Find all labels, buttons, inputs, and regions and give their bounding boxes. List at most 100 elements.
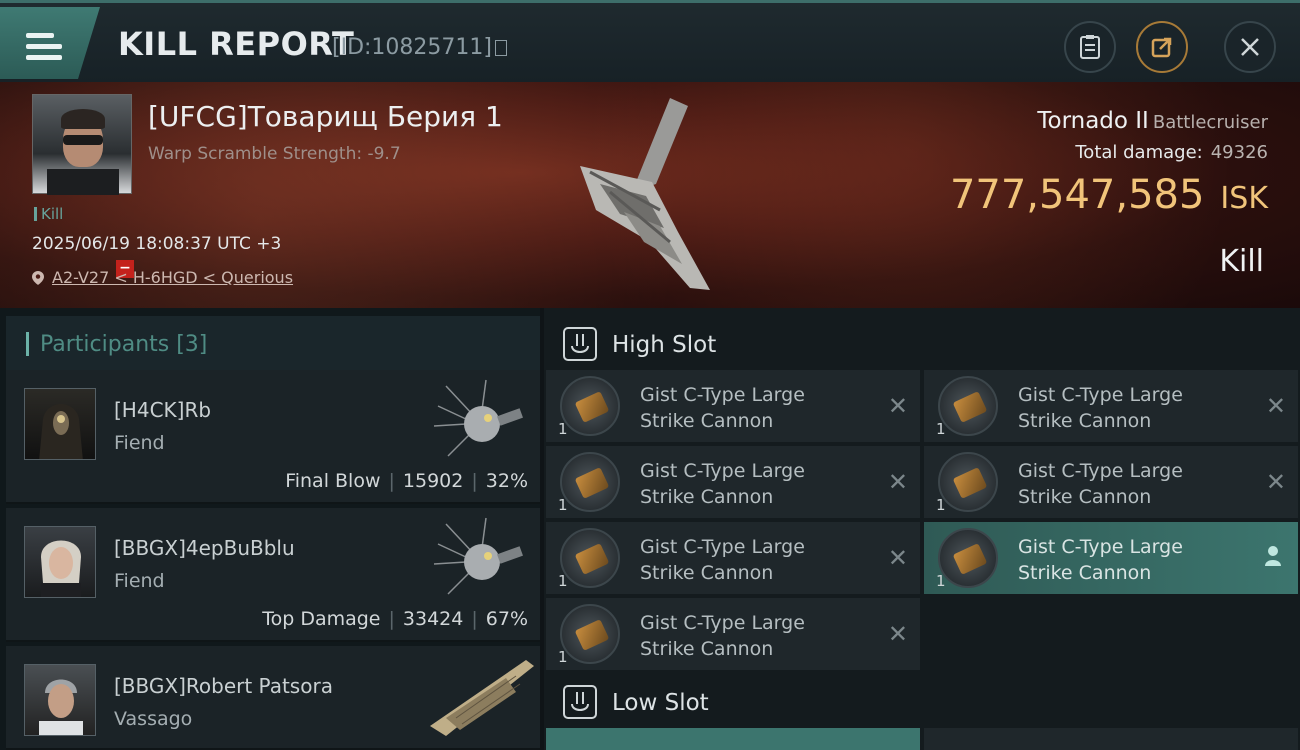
report-id: [ID:10825711] [332, 35, 507, 60]
module-name-line: Gist C-Type Large [640, 460, 805, 482]
module-name-line: Gist C-Type Large [640, 384, 805, 406]
module-item-selected[interactable]: 1 Gist C-Type Large Strike Cannon [924, 522, 1298, 594]
participant-ship: Fiend [114, 570, 165, 592]
report-id-text: [ID:10825711] [332, 35, 492, 60]
participant-stat-label: Final Blow [285, 470, 381, 492]
clipboard-icon [1080, 35, 1100, 59]
participant-row[interactable]: [H4CK]Rb Fiend Final Blow | 15902 | 32% [6, 370, 540, 504]
victim-banner: − [UFCG]Товарищ Берия 1 Warp Scramble St… [0, 82, 1300, 308]
menu-button[interactable] [0, 7, 100, 79]
isk-currency: ISK [1220, 181, 1268, 216]
hamburger-menu-icon [26, 33, 62, 61]
destroyed-x-icon: ✕ [1265, 392, 1286, 420]
clipboard-button[interactable] [1064, 21, 1116, 73]
ship-name: Tornado II [1037, 108, 1149, 134]
module-quantity: 1 [558, 648, 568, 666]
module-name: Gist C-Type Large Strike Cannon [640, 382, 870, 434]
module-item[interactable]: 1 Gist C-Type Large Strike Cannon ✕ [546, 446, 920, 518]
module-name: Gist C-Type Large Strike Cannon [1018, 382, 1248, 434]
module-name: Gist C-Type Large Strike Cannon [640, 458, 870, 510]
module-name-line: Gist C-Type Large [640, 612, 805, 634]
ship-image [433, 517, 523, 595]
high-slot-header: High Slot [544, 314, 1300, 374]
total-damage: Total damage: 49326 [1075, 142, 1268, 163]
module-quantity: 1 [558, 572, 568, 590]
copy-icon[interactable] [494, 40, 507, 56]
participant-stats: Final Blow | 15902 | 32% [285, 470, 528, 492]
kill-datetime: 2025/06/19 18:08:37 UTC +3 [32, 234, 282, 254]
kill-tag: Kill [34, 205, 63, 223]
participants-header[interactable]: Participants [3] [6, 316, 540, 372]
module-name-line: Gist C-Type Large [640, 536, 805, 558]
module-name-line: Gist C-Type Large [1018, 460, 1183, 482]
module-name-line: Strike Cannon [640, 410, 774, 432]
participant-avatar[interactable] [24, 526, 96, 598]
male-avatar-icon [39, 679, 83, 735]
participant-row[interactable]: [BBGX]Robert Patsora Vassago [6, 646, 540, 750]
participant-row[interactable]: [BBGX]4epBuBblu Fiend Top Damage | 33424 | 6… [6, 508, 540, 642]
page-title: KILL REPORT [118, 25, 355, 63]
victim-name[interactable]: [UFCG]Товарищ Берия 1 [148, 100, 503, 133]
module-name: Gist C-Type Large Strike Cannon [1018, 534, 1248, 586]
participant-percent: 32% [485, 470, 528, 492]
victim-ship[interactable]: Tornado II Battlecruiser [1037, 108, 1268, 134]
participant-name: [BBGX]4epBuBblu [114, 536, 295, 560]
participant-avatar[interactable] [24, 664, 96, 736]
module-name-line: Gist C-Type Large [1018, 536, 1183, 558]
strike-cannon-icon [560, 376, 620, 436]
module-name-line: Gist C-Type Large [1018, 384, 1183, 406]
low-slot-icon [563, 685, 597, 719]
high-slot-icon [563, 327, 597, 361]
high-slot-label: High Slot [612, 332, 717, 358]
total-damage-value: 49326 [1210, 142, 1268, 163]
location-pin-icon [32, 271, 44, 285]
module-item[interactable]: 1 Gist C-Type Large Strike Cannon ✕ [546, 598, 920, 670]
module-item[interactable]: 1 Gist C-Type Large Strike Cannon ✕ [924, 446, 1298, 518]
ship-class: Battlecruiser [1152, 112, 1268, 133]
isk-amount: 777,547,585 [949, 172, 1205, 218]
module-name-line: Strike Cannon [640, 486, 774, 508]
strike-cannon-icon [560, 604, 620, 664]
module-quantity: 1 [936, 420, 946, 438]
close-icon [1241, 38, 1259, 56]
total-damage-label: Total damage: [1075, 142, 1203, 163]
participant-name: [H4CK]Rb [114, 398, 212, 422]
strike-cannon-icon [938, 452, 998, 512]
kill-result: Kill [1219, 244, 1264, 279]
low-slot-module-partial[interactable] [546, 728, 920, 750]
low-slot-header: Low Slot [544, 672, 1300, 732]
title-bar: KILL REPORT [ID:10825711] [0, 0, 1300, 82]
module-name: Gist C-Type Large Strike Cannon [1018, 458, 1248, 510]
participant-stats: Top Damage | 33424 | 67% [262, 608, 528, 630]
destroyed-x-icon: ✕ [887, 620, 908, 648]
kill-location[interactable]: A2-V27 < H-6HGD < Querious [32, 268, 293, 287]
ship-image [433, 379, 523, 457]
module-name-line: Strike Cannon [1018, 486, 1152, 508]
destroyed-x-icon: ✕ [1265, 468, 1286, 496]
close-button[interactable] [1224, 21, 1276, 73]
module-quantity: 1 [558, 420, 568, 438]
participant-avatar[interactable] [24, 388, 96, 460]
destroyed-x-icon: ✕ [887, 392, 908, 420]
module-item[interactable]: 1 Gist C-Type Large Strike Cannon ✕ [546, 370, 920, 442]
hooded-avatar-icon [39, 404, 83, 459]
ship-image [430, 660, 534, 736]
destroyed-x-icon: ✕ [887, 544, 908, 572]
module-item[interactable]: 1 Gist C-Type Large Strike Cannon ✕ [546, 522, 920, 594]
ship-image [580, 98, 710, 290]
participant-stat-label: Top Damage [262, 608, 381, 630]
module-name-line: Strike Cannon [640, 638, 774, 660]
low-slot-label: Low Slot [612, 690, 709, 716]
warp-scramble-strength: Warp Scramble Strength: -9.7 [148, 144, 401, 164]
victim-portrait[interactable] [32, 94, 132, 195]
participant-damage: 33424 [402, 608, 464, 630]
location-text: A2-V27 < H-6HGD < Querious [52, 268, 294, 287]
destroyed-x-icon: ✕ [887, 468, 908, 496]
strike-cannon-icon [560, 528, 620, 588]
strike-cannon-icon [560, 452, 620, 512]
module-item[interactable]: 1 Gist C-Type Large Strike Cannon ✕ [924, 370, 1298, 442]
low-slot-module-partial[interactable] [924, 728, 1298, 750]
share-button[interactable] [1136, 21, 1188, 73]
fitting-panel: High Slot 1 Gist C-Type Large Strike Cann… [544, 308, 1300, 750]
participant-name: [BBGX]Robert Patsora [114, 674, 333, 698]
